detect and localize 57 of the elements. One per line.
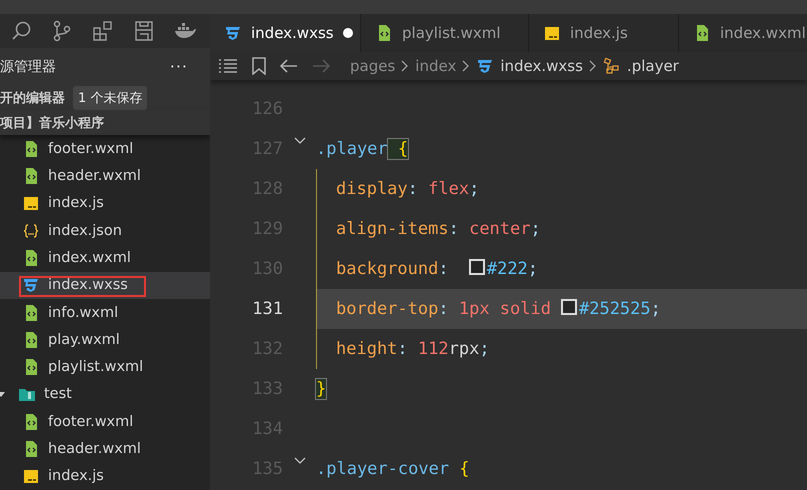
- line-number: 131: [251, 299, 283, 319]
- file-item[interactable]: header.wxml: [0, 435, 210, 463]
- code-text: border-top: 1px solid #252525;: [336, 299, 661, 319]
- code-text: .player-cover {: [316, 459, 470, 479]
- file-item[interactable]: index.js: [0, 462, 210, 490]
- js-file-icon: [22, 467, 40, 486]
- code-text: }: [316, 379, 326, 399]
- js-file-icon: [22, 194, 40, 212]
- symbol-icon: [602, 57, 621, 75]
- color-swatch[interactable]: [560, 299, 577, 315]
- back-arrow-icon[interactable]: [280, 59, 298, 73]
- chevron-icon: [401, 60, 410, 72]
- file-item[interactable]: index.wxml: [0, 244, 210, 272]
- extensions-icon[interactable]: [92, 20, 114, 42]
- css-file-icon: [22, 276, 40, 294]
- editor-tab[interactable]: index.wxml: [679, 14, 807, 52]
- css-file-icon: [476, 57, 494, 75]
- panel-title: 源管理器: [0, 58, 56, 76]
- file-item[interactable]: footer.wxml: [0, 408, 210, 436]
- css-file-icon: [224, 24, 242, 42]
- file-item[interactable]: footer.wxml: [0, 135, 210, 162]
- code-text: background: #222;: [336, 259, 538, 279]
- json-file-icon: [22, 222, 40, 240]
- save-icon[interactable]: [134, 20, 154, 42]
- editor-tab[interactable]: index.wxss: [210, 14, 361, 52]
- editor-tab[interactable]: index.js: [529, 14, 679, 52]
- breadcrumb-item[interactable]: .player: [626, 57, 679, 75]
- file-item[interactable]: info.wxml: [0, 298, 210, 326]
- fold-chevron-icon[interactable]: [294, 457, 306, 465]
- code-text: align-items: center;: [336, 219, 541, 239]
- list-icon[interactable]: [218, 58, 238, 74]
- chevron-icon: [462, 60, 470, 72]
- folder-item[interactable]: test: [0, 380, 210, 408]
- branch-icon[interactable]: [52, 20, 72, 42]
- code-text: height: 112 rpx;: [336, 339, 490, 359]
- file-item[interactable]: header.wxml: [0, 162, 210, 190]
- fold-chevron-icon[interactable]: [294, 137, 306, 145]
- file-item[interactable]: index.wxss: [0, 272, 210, 299]
- more-button[interactable]: ···: [170, 57, 188, 76]
- breadcrumb-item[interactable]: index.wxss: [500, 57, 583, 75]
- color-swatch[interactable]: [468, 259, 485, 275]
- bookmark-icon[interactable]: [252, 57, 266, 75]
- editor-tab[interactable]: playlist.wxml: [361, 14, 529, 52]
- file-item[interactable]: playlist.wxml: [0, 354, 210, 381]
- file-item[interactable]: index.json: [0, 217, 210, 244]
- chevron-icon: [588, 60, 597, 72]
- file-item[interactable]: index.js: [0, 190, 210, 218]
- section-title[interactable]: 开的编辑器: [0, 88, 65, 107]
- search-icon[interactable]: [10, 20, 32, 42]
- breadcrumb-item[interactable]: pages: [350, 57, 396, 75]
- js-file-icon: [543, 24, 561, 42]
- code-text: display: flex;: [336, 179, 480, 199]
- whale-icon[interactable]: [174, 22, 196, 39]
- code-text: .player {: [316, 139, 408, 159]
- unsaved-badge: 1 个未保存: [73, 86, 148, 110]
- file-item[interactable]: play.wxml: [0, 326, 210, 354]
- breadcrumb-item[interactable]: index: [415, 57, 456, 75]
